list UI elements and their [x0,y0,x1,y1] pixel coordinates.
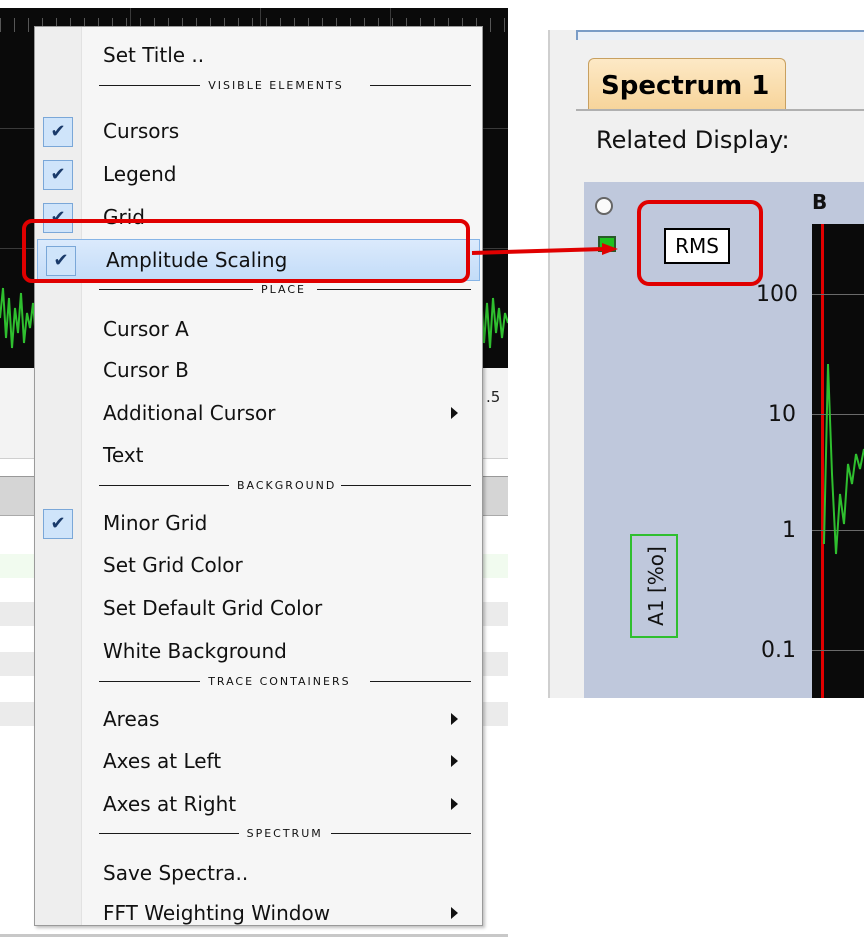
menu-item-label: Axes at Right [103,792,237,816]
menu-item-cursor-b[interactable]: Cursor B [35,350,482,392]
menu-item-label: Set Grid Color [103,553,243,577]
submenu-arrow-icon [451,907,458,919]
checkmark-icon: ✔ [43,117,73,147]
panel-topbar [576,30,864,40]
axis-tick-label: .5 [486,388,501,406]
menu-section-label: BACKGROUND [237,479,337,492]
checkmark-icon: ✔ [43,509,73,539]
submenu-arrow-icon [451,713,458,725]
menu-item-additional-cursor[interactable]: Additional Cursor [35,393,482,435]
highlight-box-menu-item [22,219,470,283]
tab-spectrum-1[interactable]: Spectrum 1 [588,58,786,110]
menu-item-white-background[interactable]: White Background [35,631,482,673]
menu-item-legend[interactable]: ✔ Legend [35,154,482,196]
menu-item-set-grid-color[interactable]: Set Grid Color [35,545,482,587]
menu-item-text[interactable]: Text [35,435,482,477]
menu-item-label: Set Title .. [103,43,205,67]
menu-item-set-default-grid-color[interactable]: Set Default Grid Color [35,588,482,630]
menu-separator: PLACE [99,283,471,297]
menu-section-label: SPECTRUM [246,827,323,840]
menu-item-label: White Background [103,639,287,663]
menu-item-axes-at-right[interactable]: Axes at Right [35,784,482,826]
submenu-arrow-icon [451,798,458,810]
y-tick-label: 0.1 [761,638,796,663]
menu-item-label: Minor Grid [103,511,208,535]
related-display-label: Related Display: [596,126,790,154]
menu-item-label: Axes at Left [103,749,222,773]
tab-label: Spectrum 1 [601,71,770,101]
menu-item-label: Additional Cursor [103,401,276,425]
y-tick-label: 1 [782,518,796,543]
menu-item-label: Legend [103,162,177,186]
axis-label-box[interactable]: A1 [%o] [630,534,678,638]
tab-baseline [576,109,864,111]
y-tick-label: 100 [756,282,798,307]
menu-item-minor-grid[interactable]: ✔ Minor Grid [35,503,482,545]
radio-button[interactable] [595,197,613,215]
y-tick-label: 10 [768,402,796,427]
menu-separator: TRACE CONTAINERS [99,675,471,689]
menu-item-set-title[interactable]: Set Title .. [35,35,482,77]
spectrum-trace [823,363,864,555]
menu-section-label: PLACE [261,283,306,296]
menu-item-cursors[interactable]: ✔ Cursors [35,111,482,153]
context-menu: Set Title .. VISIBLE ELEMENTS ✔ Cursors ✔ Leg… [34,26,483,926]
menu-section-label: VISIBLE ELEMENTS [208,79,344,92]
checkmark-icon: ✔ [43,160,73,190]
submenu-arrow-icon [451,755,458,767]
menu-item-label: Cursor B [103,358,189,382]
axis-label: A1 [%o] [644,546,668,626]
menu-separator: SPECTRUM [99,827,471,841]
menu-separator: VISIBLE ELEMENTS [99,79,471,93]
menu-section-label: TRACE CONTAINERS [208,675,351,688]
menu-item-fft-weighting-window[interactable]: FFT Weighting Window [35,893,482,935]
menu-item-label: Save Spectra.. [103,861,249,885]
menu-item-axes-at-left[interactable]: Axes at Left [35,741,482,783]
menu-item-label: Cursors [103,119,180,143]
menu-item-label: Cursor A [103,317,189,341]
menu-item-save-spectra[interactable]: Save Spectra.. [35,853,482,895]
menu-item-label: Set Default Grid Color [103,596,323,620]
submenu-arrow-icon [451,407,458,419]
menu-item-cursor-a[interactable]: Cursor A [35,309,482,351]
menu-item-label: Areas [103,707,160,731]
menu-item-areas[interactable]: Areas [35,699,482,741]
highlight-box-rms [637,200,763,286]
cursor-b-label: B [812,190,828,214]
menu-item-label: FFT Weighting Window [103,901,331,925]
menu-item-label: Text [103,443,144,467]
arrow-right-icon [471,243,618,255]
menu-separator: BACKGROUND [99,479,471,493]
spectrum-plot [812,224,864,698]
